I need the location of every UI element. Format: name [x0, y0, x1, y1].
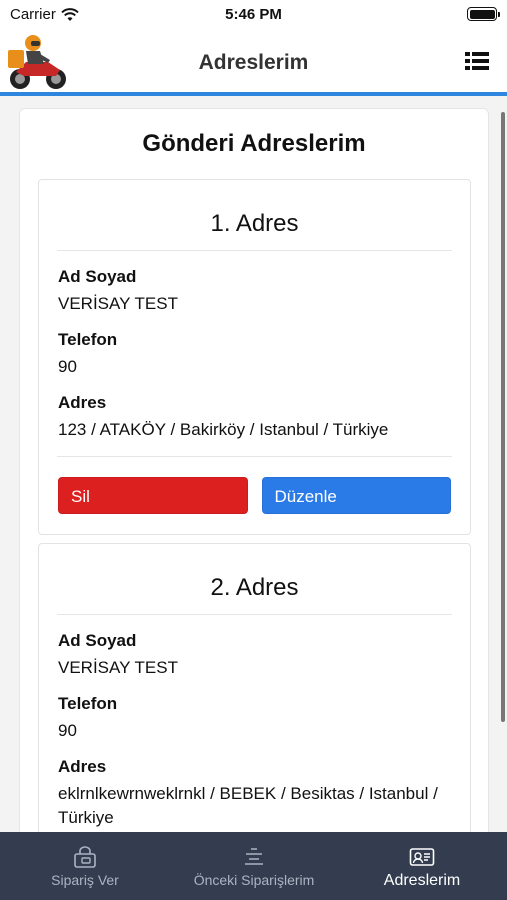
list-lines-icon [245, 848, 263, 865]
address-value: 123 / ATAKÖY / Bakirköy / Istanbul / Tür… [58, 420, 389, 439]
app-header: Adreslerim [0, 30, 507, 96]
address-card: 1. Adres Ad Soyad VERİSAY TEST Telefon 9… [38, 179, 471, 535]
tab-label: Adreslerim [383, 872, 461, 889]
bottom-tab-bar: Sipariş Ver Önceki Siparişlerim Adresler… [0, 832, 507, 900]
list-menu-icon[interactable] [465, 51, 489, 71]
address-title: 2. Adres [57, 544, 452, 615]
status-bar: Carrier 5:46 PM [0, 0, 507, 30]
address-title: 1. Adres [57, 180, 452, 251]
phone-value: 90 [58, 721, 77, 740]
phone-label: Telefon [58, 694, 118, 713]
content-area[interactable]: Gönderi Adreslerim 1. Adres Ad Soyad VER… [0, 96, 507, 832]
name-value: VERİSAY TEST [58, 294, 178, 313]
tab-addresses[interactable]: Adreslerim [372, 846, 472, 890]
address-card-icon [409, 848, 435, 866]
status-time: 5:46 PM [225, 6, 282, 23]
page-header-title: Adreslerim [198, 51, 309, 74]
phone-value: 90 [58, 357, 77, 376]
address-label: Adres [58, 757, 107, 776]
tab-previous-orders[interactable]: Önceki Siparişlerim [186, 846, 322, 888]
delete-button[interactable]: Sil [58, 477, 248, 514]
addresses-card: Gönderi Adreslerim 1. Adres Ad Soyad VER… [19, 108, 489, 832]
tab-order[interactable]: Sipariş Ver [40, 846, 130, 888]
address-value: eklrnlkewrnweklrnkl / BEBEK / Besiktas /… [58, 784, 438, 827]
shopping-bag-icon [74, 846, 96, 868]
tab-label: Önceki Siparişlerim [193, 872, 315, 888]
address-card: 2. Adres Ad Soyad VERİSAY TEST Telefon 9… [38, 543, 471, 832]
address-label: Adres [58, 393, 107, 412]
phone-label: Telefon [58, 330, 118, 349]
name-label: Ad Soyad [58, 267, 137, 286]
name-label: Ad Soyad [58, 631, 137, 650]
name-value: VERİSAY TEST [58, 658, 178, 677]
battery-icon [467, 7, 500, 21]
scrollbar[interactable] [501, 112, 505, 722]
edit-button[interactable]: Düzenle [261, 477, 451, 514]
page-title: Gönderi Adreslerim [142, 130, 366, 157]
tab-label: Sipariş Ver [51, 872, 119, 888]
